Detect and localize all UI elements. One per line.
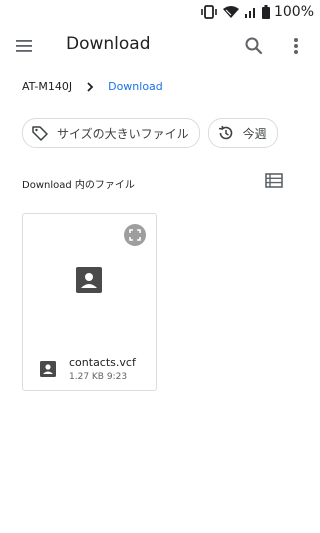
section-label: Download 内のファイル: [22, 180, 135, 191]
wifi-icon: [222, 5, 240, 19]
chip-this-week[interactable]: 今週: [207, 118, 278, 148]
battery-percent: 100%: [273, 4, 314, 20]
breadcrumb-current[interactable]: Download: [108, 80, 163, 93]
status-icons: 100%: [200, 4, 314, 20]
vibrate-icon: [200, 5, 218, 19]
signal-icon: [244, 5, 258, 19]
breadcrumb-device[interactable]: AT-M140J: [22, 80, 72, 93]
history-icon: [218, 125, 232, 140]
status-bar: 100%: [0, 0, 320, 24]
hamburger-menu-icon: [16, 40, 32, 52]
menu-button[interactable]: [12, 34, 36, 58]
file-card[interactable]: contacts.vcf 1.27 KB 9:23: [22, 213, 157, 391]
more-vert-icon: [294, 38, 298, 54]
chevron-right-icon: [87, 81, 94, 92]
breadcrumb: AT-M140J Download: [22, 80, 163, 93]
chip-label: サイズの大きいファイル: [57, 126, 189, 141]
page-title: Download: [66, 34, 151, 54]
file-name: contacts.vcf: [69, 356, 136, 369]
battery-icon: [261, 5, 270, 19]
list-view-icon: [265, 173, 283, 188]
chip-large-files[interactable]: サイズの大きいファイル: [22, 118, 200, 148]
file-meta: 1.27 KB 9:23: [69, 372, 128, 382]
expand-preview-button[interactable]: [124, 224, 146, 246]
search-icon: [245, 37, 263, 55]
contact-card-icon: [40, 361, 56, 377]
expand-icon: [124, 224, 146, 246]
chip-label: 今週: [242, 126, 267, 141]
search-button[interactable]: [242, 34, 266, 58]
tag-icon: [32, 126, 48, 141]
filter-chips: サイズの大きいファイル 今週: [22, 118, 278, 148]
list-view-toggle[interactable]: [264, 172, 286, 192]
app-bar: Download: [0, 24, 320, 68]
contact-card-preview-icon: [76, 267, 102, 293]
more-options-button[interactable]: [284, 34, 308, 58]
